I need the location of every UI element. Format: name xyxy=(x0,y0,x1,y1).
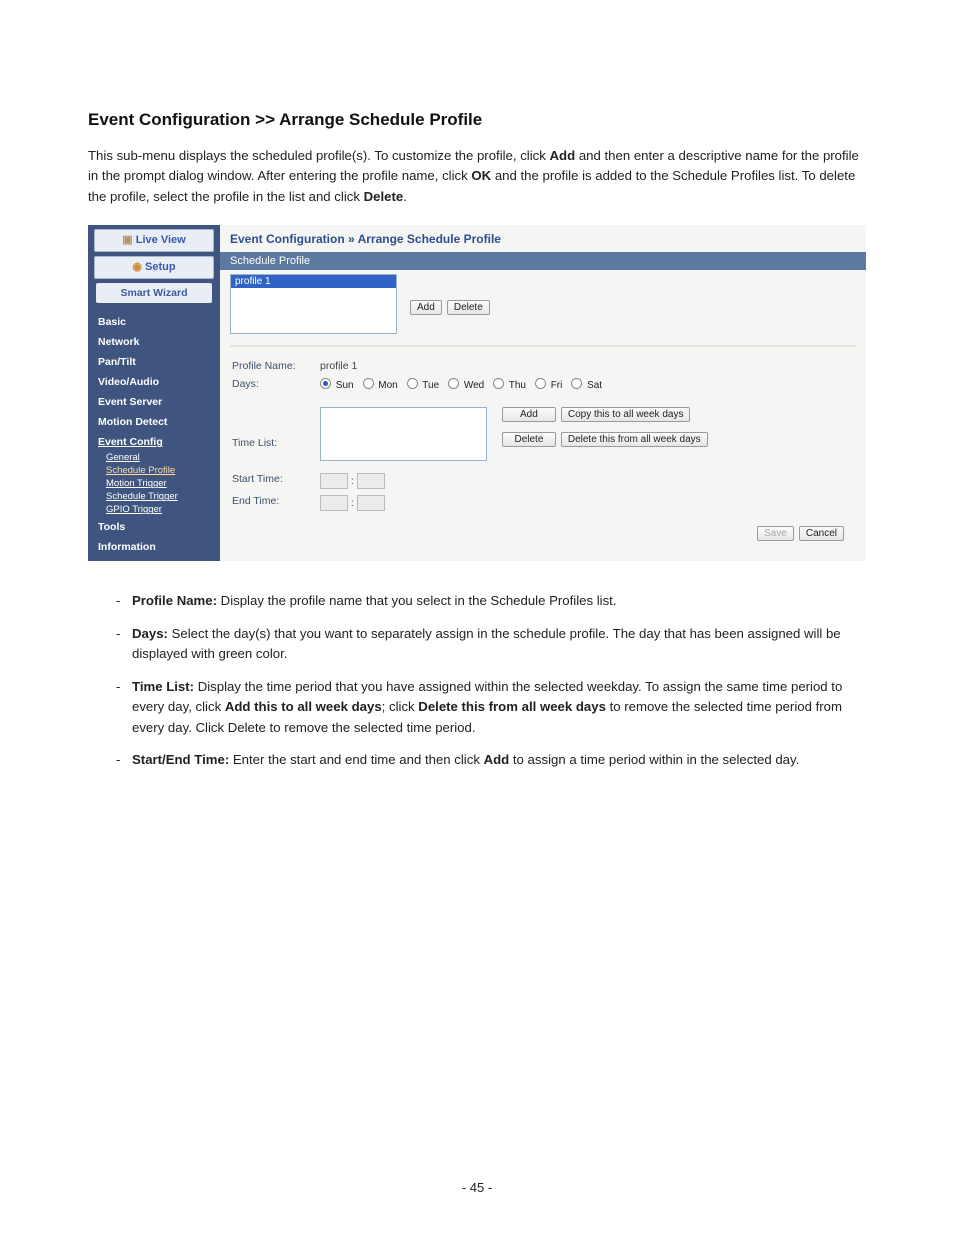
save-button[interactable]: Save xyxy=(757,526,794,541)
days-label: Days: xyxy=(230,378,320,390)
day-sat: Sat xyxy=(587,380,602,391)
page-title: Event Configuration >> Arrange Schedule … xyxy=(88,110,866,130)
setup-label: Setup xyxy=(145,261,176,273)
sidebar-item-pan-tilt[interactable]: Pan/Tilt xyxy=(88,351,220,371)
camera-icon: ▣ xyxy=(122,234,132,246)
profile-name-label: Profile Name: xyxy=(230,360,320,372)
desc-start-end: Start/End Time: Enter the start and end … xyxy=(116,744,866,776)
setup-tab[interactable]: ◉ Setup xyxy=(94,256,214,279)
intro-bold-add: Add xyxy=(550,148,576,163)
sidebar-item-information[interactable]: Information xyxy=(88,536,220,556)
desc-label: Profile Name: xyxy=(132,593,217,608)
sidebar-item-motion-detect[interactable]: Motion Detect xyxy=(88,411,220,431)
desc-bold: Delete this from all week days xyxy=(418,699,606,714)
start-hour-input[interactable] xyxy=(320,473,348,489)
sidebar-sub-gpio-trigger[interactable]: GPIO Trigger xyxy=(88,503,220,516)
schedule-profile-listbox[interactable]: profile 1 xyxy=(230,274,397,334)
description-list: Profile Name: Display the profile name t… xyxy=(116,585,866,776)
copy-all-weekdays-button[interactable]: Copy this to all week days xyxy=(561,407,691,422)
time-colon: : xyxy=(351,497,354,509)
desc-profile-name: Profile Name: Display the profile name t… xyxy=(116,585,866,617)
desc-text: Select the day(s) that you want to separ… xyxy=(132,626,841,661)
time-delete-button[interactable]: Delete xyxy=(502,432,556,447)
sidebar-item-video-audio[interactable]: Video/Audio xyxy=(88,371,220,391)
sidebar-item-tools[interactable]: Tools xyxy=(88,516,220,536)
intro-bold-ok: OK xyxy=(471,168,491,183)
breadcrumb-b: Arrange Schedule Profile xyxy=(355,232,501,246)
main-panel: Event Configuration » Arrange Schedule P… xyxy=(220,225,866,561)
start-time-label: Start Time: xyxy=(230,473,320,485)
sidebar-sub-general[interactable]: General xyxy=(88,451,220,464)
day-radio-thu[interactable] xyxy=(493,378,504,389)
live-view-label: Live View xyxy=(136,234,186,246)
time-add-button[interactable]: Add xyxy=(502,407,556,422)
sidebar-item-network[interactable]: Network xyxy=(88,331,220,351)
day-radio-sat[interactable] xyxy=(571,378,582,389)
delete-all-weekdays-button[interactable]: Delete this from all week days xyxy=(561,432,708,447)
intro-paragraph: This sub-menu displays the scheduled pro… xyxy=(88,146,866,207)
intro-bold-delete: Delete xyxy=(364,189,404,204)
breadcrumb-sep: » xyxy=(348,232,355,246)
page-number: - 45 - xyxy=(0,1180,954,1195)
start-min-input[interactable] xyxy=(357,473,385,489)
desc-text: Display the profile name that you select… xyxy=(217,593,617,608)
sidebar: ▣ Live View ◉ Setup Smart Wizard Basic N… xyxy=(88,225,220,561)
config-screenshot: ▣ Live View ◉ Setup Smart Wizard Basic N… xyxy=(88,225,866,561)
section-band: Schedule Profile xyxy=(220,252,866,270)
day-mon: Mon xyxy=(378,380,397,391)
desc-bold: Add this to all week days xyxy=(225,699,382,714)
day-thu: Thu xyxy=(509,380,526,391)
desc-time-list: Time List: Display the time period that … xyxy=(116,671,866,744)
sidebar-item-basic[interactable]: Basic xyxy=(88,311,220,331)
day-radio-wed[interactable] xyxy=(448,378,459,389)
day-radio-tue[interactable] xyxy=(407,378,418,389)
days-row: Sun Mon Tue Wed Thu Fri Sat xyxy=(320,378,856,391)
sidebar-sub-schedule-profile[interactable]: Schedule Profile xyxy=(88,464,220,477)
gear-icon: ◉ xyxy=(132,261,142,273)
day-radio-mon[interactable] xyxy=(363,378,374,389)
breadcrumb-a: Event Configuration xyxy=(230,232,348,246)
time-listbox[interactable] xyxy=(320,407,487,461)
smart-wizard-button[interactable]: Smart Wizard xyxy=(96,283,212,303)
day-wed: Wed xyxy=(464,380,484,391)
sidebar-item-event-server[interactable]: Event Server xyxy=(88,391,220,411)
end-time-label: End Time: xyxy=(230,495,320,507)
cancel-button[interactable]: Cancel xyxy=(799,526,844,541)
breadcrumb: Event Configuration » Arrange Schedule P… xyxy=(220,225,866,252)
delete-profile-button[interactable]: Delete xyxy=(447,300,490,315)
desc-days: Days: Select the day(s) that you want to… xyxy=(116,618,866,671)
intro-text: This sub-menu displays the scheduled pro… xyxy=(88,148,550,163)
sidebar-sub-schedule-trigger[interactable]: Schedule Trigger xyxy=(88,490,220,503)
desc-text: to assign a time period within in the se… xyxy=(509,752,799,767)
add-profile-button[interactable]: Add xyxy=(410,300,442,315)
intro-text: . xyxy=(403,189,407,204)
live-view-tab[interactable]: ▣ Live View xyxy=(94,229,214,252)
desc-label: Start/End Time: xyxy=(132,752,229,767)
day-fri: Fri xyxy=(551,380,563,391)
time-list-label: Time List: xyxy=(230,419,320,449)
end-min-input[interactable] xyxy=(357,495,385,511)
profile-option[interactable]: profile 1 xyxy=(231,275,396,288)
desc-text: ; click xyxy=(382,699,419,714)
day-tue: Tue xyxy=(422,380,439,391)
day-radio-fri[interactable] xyxy=(535,378,546,389)
desc-label: Time List: xyxy=(132,679,194,694)
day-radio-sun[interactable] xyxy=(320,378,331,389)
desc-bold: Add xyxy=(484,752,510,767)
desc-text: Enter the start and end time and then cl… xyxy=(229,752,483,767)
sidebar-item-event-config[interactable]: Event Config xyxy=(88,431,220,451)
time-colon: : xyxy=(351,475,354,487)
day-sun: Sun xyxy=(336,380,354,391)
profile-name-value: profile 1 xyxy=(320,360,856,372)
end-hour-input[interactable] xyxy=(320,495,348,511)
desc-label: Days: xyxy=(132,626,168,641)
sidebar-sub-motion-trigger[interactable]: Motion Trigger xyxy=(88,477,220,490)
